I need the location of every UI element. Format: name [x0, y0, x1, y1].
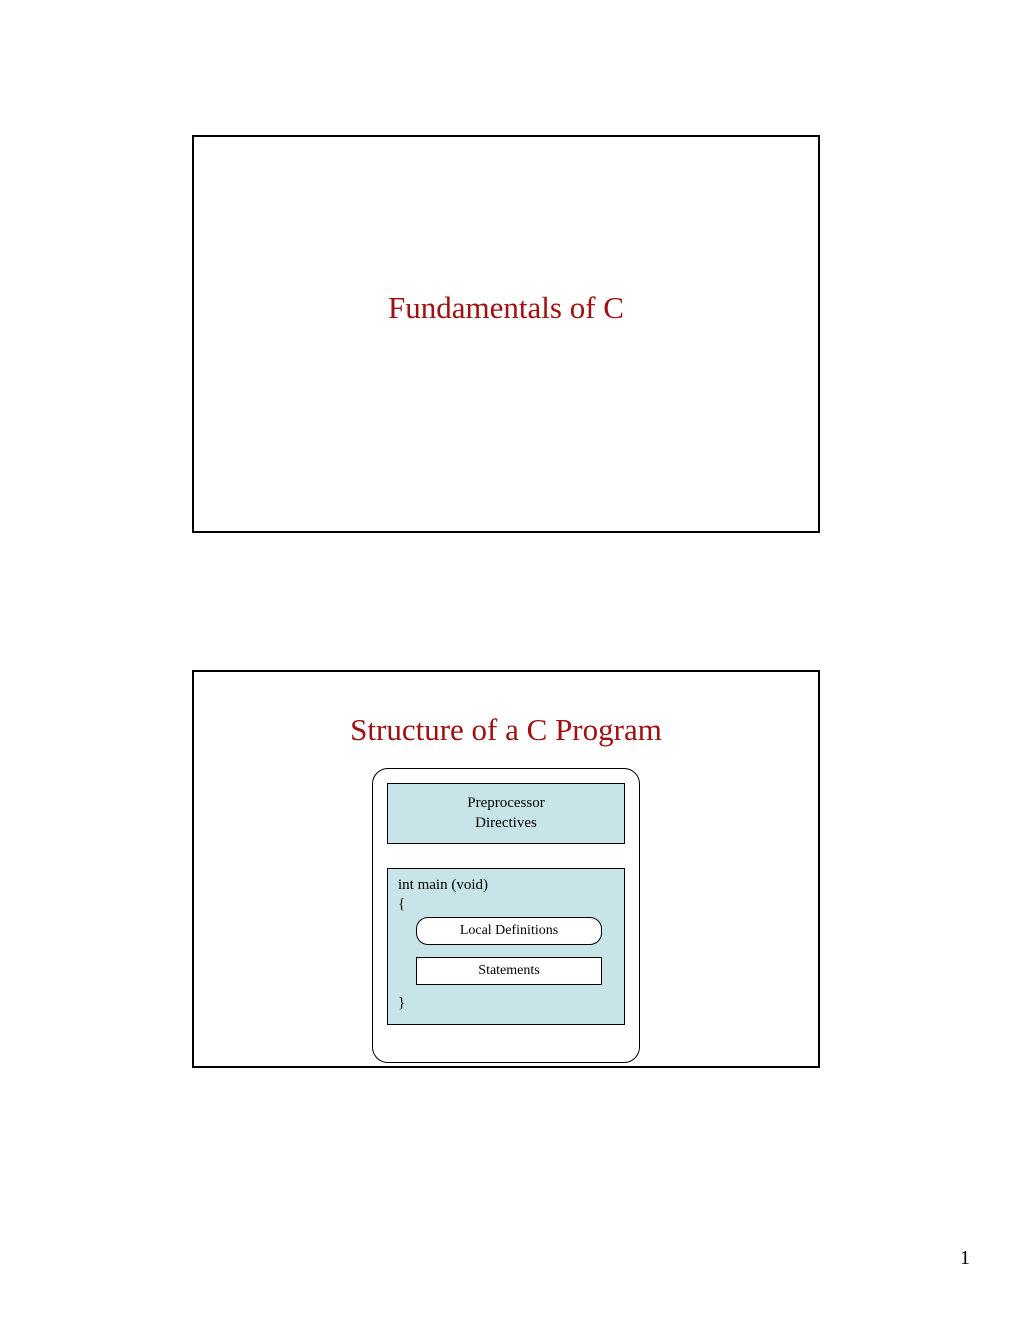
- preprocessor-label-2: Directives: [394, 814, 618, 834]
- slide-2: Structure of a C Program Preprocessor Di…: [192, 670, 820, 1068]
- program-structure-diagram: Preprocessor Directives int main (void) …: [372, 768, 640, 1063]
- close-brace: }: [398, 995, 614, 1012]
- preprocessor-box: Preprocessor Directives: [387, 783, 625, 844]
- slide-2-title: Structure of a C Program: [194, 712, 818, 748]
- slide-1-title: Fundamentals of C: [194, 290, 818, 326]
- open-brace: {: [398, 896, 614, 913]
- preprocessor-label-1: Preprocessor: [394, 794, 618, 814]
- local-definitions-box: Local Definitions: [416, 917, 602, 945]
- main-function-box: int main (void) { Local Definitions Stat…: [387, 868, 625, 1025]
- main-signature: int main (void): [398, 877, 614, 894]
- page-number: 1: [960, 1247, 970, 1270]
- slide-1: Fundamentals of C: [192, 135, 820, 533]
- statements-box: Statements: [416, 957, 602, 985]
